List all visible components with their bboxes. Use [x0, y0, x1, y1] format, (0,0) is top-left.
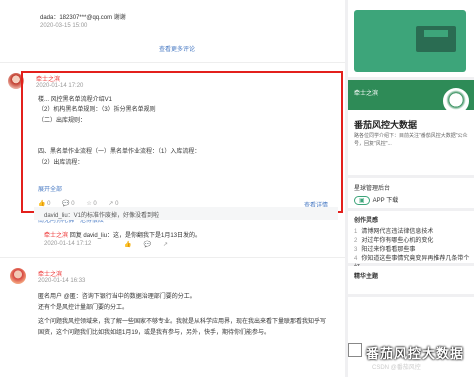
comment-line: 还有个是风控计量部门要的分工。	[38, 305, 129, 311]
share-icon[interactable]: ↗	[163, 241, 168, 248]
inspiration-title: 创作灵感	[354, 218, 379, 224]
comment-icon[interactable]: 💬	[143, 241, 150, 248]
avatar[interactable]	[443, 88, 469, 114]
watermark-title: 番茄风控大数据	[366, 346, 465, 361]
comment-line: 国资，这个问题我们比如我如组1月19，或是我有参与，另外，快手，期待你们能参与。	[38, 330, 271, 336]
comment-author[interactable]: 牵士之滨	[44, 233, 68, 239]
featured-card: 精华主题	[348, 266, 474, 294]
like-icon[interactable]: 👍	[124, 241, 131, 248]
comment-author[interactable]: 牵士之滨	[38, 269, 62, 278]
reply-line: dada：182307***@qq.com 谢谢	[40, 15, 126, 21]
inspiration-card: 创作灵感 1 清博网代言违法律信息技术 2 对过年你有哪些心机的变化 3 阳过来你看看…	[348, 211, 474, 271]
app-badge: ▣	[354, 196, 370, 205]
list-item[interactable]: 3 阳过来你看看那些事	[354, 244, 415, 253]
comment-time: 2020-01-14 17:12	[44, 241, 92, 247]
comment-time: 2020-01-14 16:33	[38, 278, 86, 284]
action-row: 👍 💬 ↗	[124, 241, 180, 248]
divider	[0, 257, 345, 258]
watermark-source: CSDN @番茄风控	[372, 365, 421, 371]
folder-icon	[416, 26, 456, 52]
featured-title: 精华主题	[354, 274, 379, 280]
reply-line: david_liu：V1的标准作废掉，好像没看到啦	[44, 213, 160, 219]
tools-row: ▣ APP 下载	[354, 195, 398, 205]
tools-title[interactable]: 星球管理后台	[354, 183, 390, 192]
profile-desc: 路各位同学介绍下：目前关注"番茄风控大数据"公众号，回复"风控"...	[354, 133, 468, 147]
comment-reply-text: 回复 david_liu：这，是你翻我下是1月13日发的。	[69, 233, 202, 239]
comment-line: 这个问题我风控领域来，我了解一些国家不够专业。我就是从科学应用界，现在我出来看下…	[38, 319, 327, 325]
view-more-comments-link[interactable]: 查看更多评论	[159, 44, 195, 53]
profile-card: 牵士之滨 番茄风控大数据 路各位同学介绍下：目前关注"番茄风控大数据"公众号，回…	[348, 80, 474, 175]
app-download-link[interactable]: APP 下载	[373, 198, 399, 204]
promo-card[interactable]	[348, 0, 474, 77]
promo-banner	[354, 10, 466, 72]
comments-panel: dada：182307***@qq.com 谢谢 2020-03-15 15:0…	[0, 0, 345, 377]
comment-text: 牵士之滨 回复 david_liu：这，是你翻我下是1月13日发的。	[44, 230, 201, 239]
list-item[interactable]: 1 清博网代言违法律信息技术	[354, 226, 433, 235]
highlight-box	[21, 71, 343, 213]
divider	[0, 62, 345, 63]
avatar[interactable]	[10, 268, 26, 284]
wechat-logo-icon	[348, 343, 362, 357]
reply-time: 2020-03-15 15:00	[40, 23, 88, 29]
profile-title[interactable]: 番茄风控大数据	[354, 118, 417, 131]
profile-name[interactable]: 牵士之滨	[354, 88, 378, 97]
list-item[interactable]: 2 对过年你有哪些心机的变化	[354, 235, 433, 244]
comment-line: 匿名用户 @匿：咨询下银行当中的数据治理部门要的分工。	[38, 294, 196, 300]
tools-card: 星球管理后台 ▣ APP 下载	[348, 178, 474, 208]
